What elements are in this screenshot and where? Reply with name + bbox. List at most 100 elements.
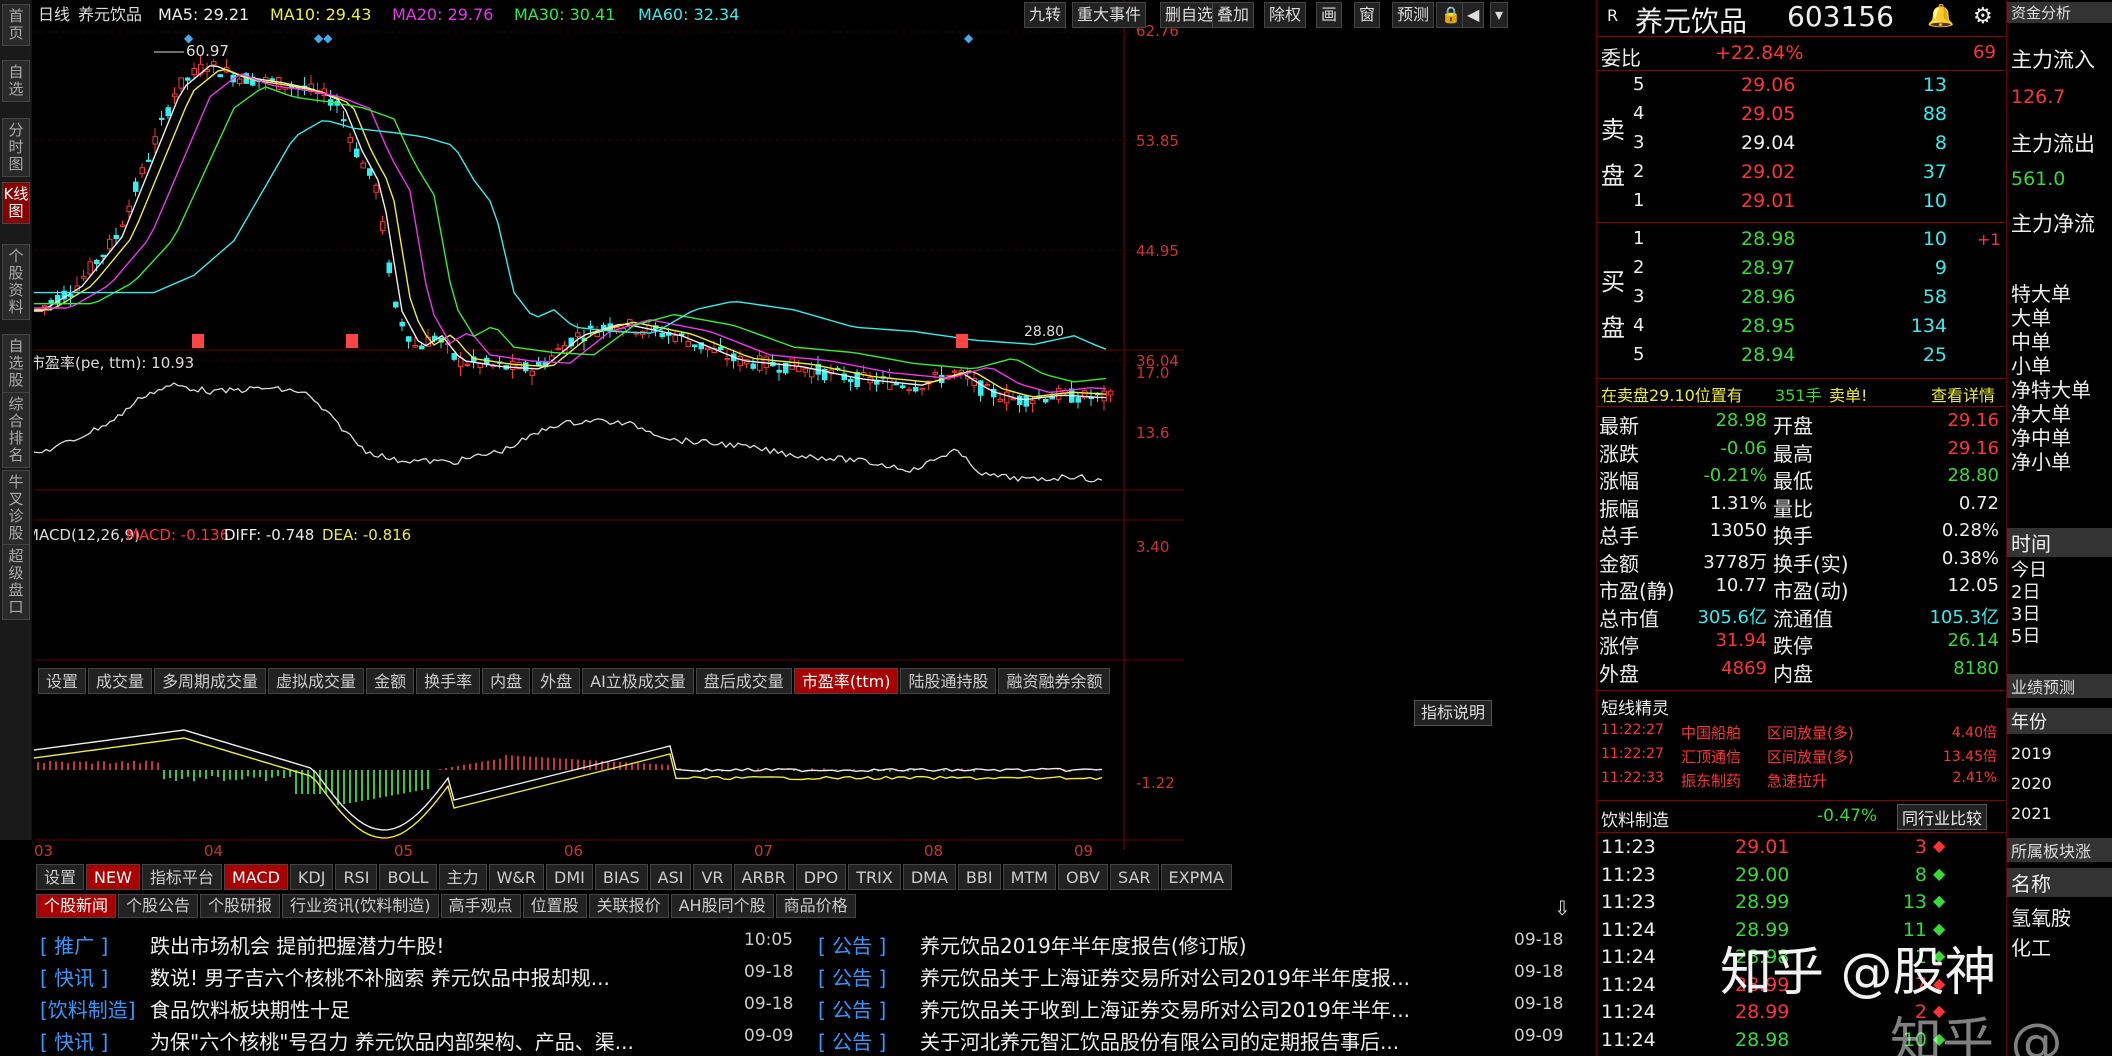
ind-tab-8[interactable]: W&R [488,864,544,890]
ind-tab-18[interactable]: MTM [1002,864,1056,890]
news-title[interactable]: 跌出市场机会 提前把握潜力牛股! [150,930,444,959]
news-tab-0[interactable]: 个股新闻 [36,894,117,918]
left-tab-7[interactable]: 牛叉诊股 [2,470,30,546]
ind-tab-13[interactable]: ARBR [733,864,794,890]
news-row[interactable]: [ 推广 ] 跌出市场机会 提前把握潜力牛股! 10:05 [34,930,1594,962]
news-tab-5[interactable]: 位置股 [522,894,587,918]
left-tab-8[interactable]: 超级盘口 [2,544,30,620]
event-marker-icon[interactable]: ◆◆ [314,31,333,45]
vol-tab-9[interactable]: 盘后成交量 [695,668,792,694]
vol-tab-8[interactable]: AI立极成交量 [582,668,694,694]
ind-tab-6[interactable]: BOLL [379,864,437,890]
news-tab-2[interactable]: 个股研报 [200,894,281,918]
news-title[interactable]: 为保"六个核桃"号召力 养元饮品内部架构、产品、渠... [150,1026,634,1055]
elves-stock[interactable]: 汇顶通信 [1681,746,1741,767]
vol-tab-4[interactable]: 金额 [366,668,415,694]
vol-tab-5[interactable]: 换手率 [416,668,481,694]
industry-compare-button[interactable]: 同行业比较 [1897,804,1988,830]
ind-tab-4[interactable]: KDJ [289,864,334,890]
industry-name[interactable]: 饮料制造 [1601,806,1669,831]
announcement-title[interactable]: 养元饮品关于收到上海证券交易所对公司2019年半年... [920,994,1410,1023]
buy-level: 5 [1633,344,1645,365]
volume-icon[interactable]: ◀ [1462,2,1485,28]
left-tab-1[interactable]: 自选 [2,60,30,102]
left-tab-4[interactable]: 个股资料 [2,244,30,320]
news-tab-3[interactable]: 行业资讯(饮料制造) [282,894,439,918]
left-tab-2[interactable]: 分时图 [2,118,30,177]
left-tab-6[interactable]: 综合排名 [2,392,30,468]
ind-tab-19[interactable]: OBV [1057,864,1108,890]
ind-tab-3[interactable]: MACD [223,864,288,890]
toolbar-button-5[interactable]: 画 [1316,2,1343,28]
announcement-title[interactable]: 关于河北养元智汇饮品股份有限公司的定期报告事后... [920,1026,1399,1055]
chart-header-ma60: MA60: 32.34 [638,5,739,24]
dividend-marker-icon[interactable] [346,334,358,348]
ind-tab-9[interactable]: DMI [546,864,593,890]
news-tab-1[interactable]: 个股公告 [118,894,199,918]
dividend-marker-icon[interactable] [192,334,204,348]
left-tab-3[interactable]: K线图 [2,182,30,224]
pending-button[interactable]: 卖单! [1829,382,1867,406]
news-tab-8[interactable]: 商品价格 [775,894,856,918]
ind-tab-14[interactable]: DPO [795,864,847,890]
event-marker-icon[interactable]: ◆ [184,31,194,45]
ind-tab-10[interactable]: BIAS [594,864,648,890]
vol-tab-11[interactable]: 陆股通持股 [900,668,997,694]
vol-tab-10[interactable]: 市盈率(ttm) [793,668,899,694]
toolbar-button-3[interactable]: 叠加 [1212,2,1255,28]
vol-tab-1[interactable]: 成交量 [88,668,153,694]
download-icon[interactable]: ⇩ [1554,896,1571,920]
watermark: 知乎 @股神 [1720,943,1997,1003]
news-title[interactable]: 食品饮料板块期性十足 [150,994,350,1023]
indicator-explain-button[interactable]: 指标说明 [1414,700,1493,726]
news-tab-7[interactable]: AH股同个股 [670,894,774,918]
ind-tab-7[interactable]: 主力 [438,864,487,890]
left-tab-5[interactable]: 自选股 [2,334,30,393]
elves-stock[interactable]: 振东制药 [1681,770,1741,791]
vol-tab-3[interactable]: 虚拟成交量 [268,668,365,694]
ind-tab-15[interactable]: TRIX [848,864,901,890]
alert-icon[interactable]: 🔔 [1927,4,1954,29]
stat-label: 涨幅 [1599,469,1639,493]
ind-tab-1[interactable]: NEW [86,864,140,890]
elves-value: 4.40倍 [1951,725,1997,741]
sell-price: 29.04 [1741,132,1796,154]
vol-tab-0[interactable]: 设置 [38,668,87,694]
news-tab-6[interactable]: 关联报价 [588,894,669,918]
ind-tab-5[interactable]: RSI [335,864,378,890]
ind-tab-11[interactable]: ASI [649,864,692,890]
toolbar-button-4[interactable]: 除权 [1264,2,1307,28]
ind-tab-17[interactable]: BBI [957,864,1001,890]
pending-detail-link[interactable]: 查看详情 [1931,382,1995,406]
chevron-down-icon[interactable]: ▾ [1490,2,1509,28]
vol-tab-6[interactable]: 内盘 [482,668,531,694]
kline-chart-area[interactable]: 日线 养元饮品 MA5: 29.21 MA10: 29.43 MA20: 29.76 MA… [26,0,1594,860]
announcement-title[interactable]: 养元饮品2019年半年度报告(修订版) [920,930,1247,959]
news-tag: [ 快讯 ] [40,966,109,990]
vol-tab-2[interactable]: 多周期成交量 [154,668,267,694]
vol-tab-7[interactable]: 外盘 [532,668,581,694]
left-tab-0[interactable]: 首页 [2,4,30,46]
ind-tab-12[interactable]: VR [693,864,732,890]
tick-volume: 13 [1902,891,1927,913]
ind-tab-2[interactable]: 指标平台 [141,864,222,890]
ind-tab-20[interactable]: SAR [1110,864,1159,890]
news-title[interactable]: 数说! 男子吉六个核桃不补脑索 养元饮品中报却规... [150,962,610,991]
ind-tab-16[interactable]: DMA [902,864,956,890]
event-marker-icon[interactable]: ◆ [964,31,974,45]
announcement-title[interactable]: 养元饮品关于上海证券交易所对公司2019年半年度报... [920,962,1410,991]
toolbar-button-0[interactable]: 九转 [1024,2,1067,28]
buy-label: 盘 [1601,314,1625,342]
ind-tab-0[interactable]: 设置 [36,864,85,890]
kline-chart-svg[interactable]: 日线 养元饮品 MA5: 29.21 MA10: 29.43 MA20: 29.76 MA… [26,0,1594,860]
dividend-marker-icon[interactable] [956,334,968,348]
ind-tab-21[interactable]: EXPMA [1160,864,1232,890]
news-tab-4[interactable]: 高手观点 [440,894,521,918]
toolbar-button-7[interactable]: 预测 [1392,2,1435,28]
toolbar-button-2[interactable]: 删自选 [1160,2,1219,28]
vol-tab-12[interactable]: 融资融券余额 [998,668,1111,694]
toolbar-button-6[interactable]: 窗 [1354,2,1381,28]
toolbar-button-1[interactable]: 重大事件 [1072,2,1147,28]
elves-stock[interactable]: 中国船舶 [1681,722,1741,743]
gear-icon[interactable]: ⚙ [1973,4,1993,29]
